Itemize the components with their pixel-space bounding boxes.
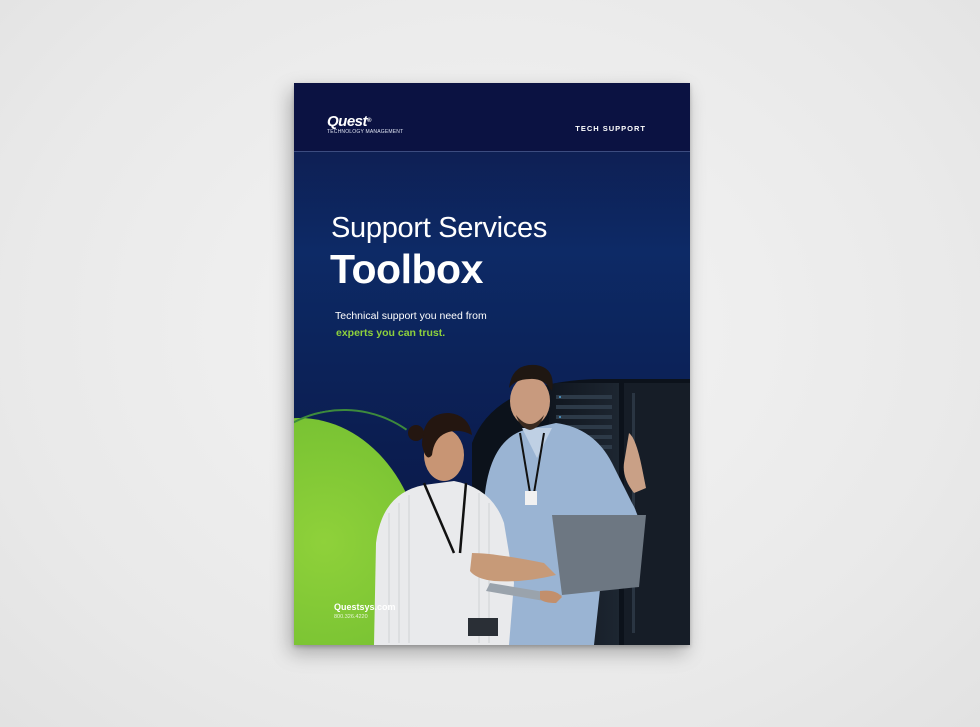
brochure-cover: Quest® Technology Management TECH SUPPOR… — [294, 83, 690, 645]
technicians-photo — [374, 364, 690, 645]
mockup-background: Quest® Technology Management TECH SUPPOR… — [0, 0, 980, 727]
contact-website: Questsys.com — [334, 602, 396, 612]
contact-phone: 800.326.4220 — [334, 614, 368, 620]
